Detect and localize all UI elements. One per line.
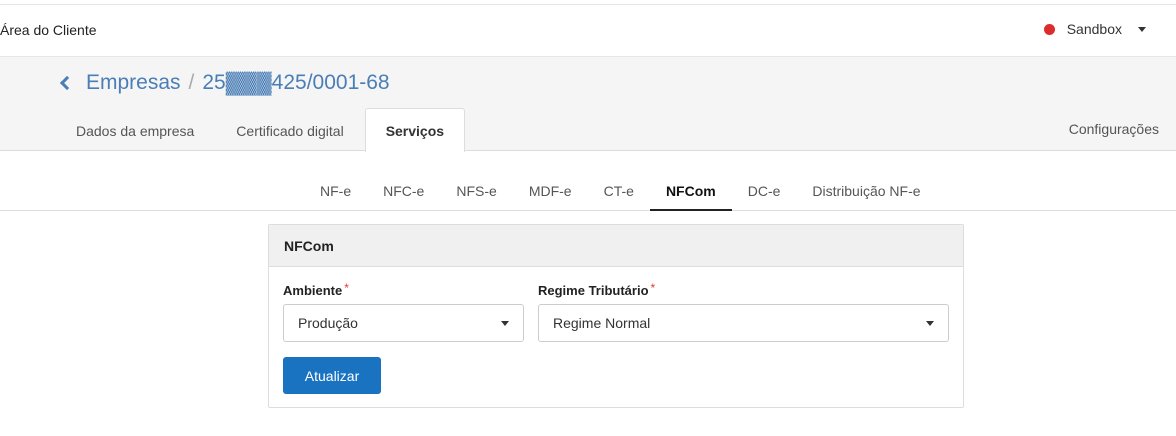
service-tab-mdfe[interactable]: MDF-e [513, 173, 588, 211]
tab-servicos[interactable]: Serviços [364, 108, 466, 152]
regime-tributario-label: Regime Tributário * [538, 281, 949, 298]
nfcom-panel: NFCom Ambiente * Produção Regime Tributár… [268, 224, 964, 408]
breadcrumb-separator: / [188, 71, 195, 94]
regime-tributario-value: Regime Normal [553, 315, 651, 331]
service-tab-nfce[interactable]: NFC-e [367, 173, 440, 211]
environment-label: Sandbox [1066, 21, 1122, 37]
service-tab-distribuicao-nfe[interactable]: Distribuição NF-e [796, 173, 936, 211]
service-tab-dce[interactable]: DC-e [732, 173, 797, 211]
regime-tributario-label-text: Regime Tributário [538, 283, 649, 298]
ambiente-value: Produção [298, 315, 358, 331]
settings-link[interactable]: Configurações [1069, 121, 1159, 137]
panel-title: NFCom [269, 225, 963, 267]
chevron-left-icon[interactable] [59, 75, 75, 91]
regime-tributario-select[interactable]: Regime Normal [538, 304, 949, 342]
app-title: Área do Cliente [0, 22, 97, 38]
service-tabs: NF-e NFC-e NFS-e MDF-e CT-e NFCom DC-e D… [0, 151, 1176, 211]
tab-dados-da-empresa[interactable]: Dados da empresa [55, 108, 215, 151]
ambiente-label: Ambiente * [283, 281, 524, 298]
environment-selector[interactable]: Sandbox [1043, 21, 1146, 37]
required-marker: * [650, 281, 656, 295]
top-bar: Área do Cliente Sandbox [0, 4, 1176, 57]
company-tabs: Dados da empresa Certificado digital Ser… [55, 108, 466, 152]
service-tab-nfe[interactable]: NF-e [304, 173, 367, 211]
service-tab-nfcom[interactable]: NFCom [649, 173, 732, 211]
company-cnpj: 25▓▓▓425/0001-68 [202, 71, 390, 94]
chevron-down-icon [501, 320, 509, 326]
required-marker: * [344, 281, 349, 295]
tab-certificado-digital[interactable]: Certificado digital [215, 108, 364, 151]
chevron-down-icon [1138, 26, 1146, 32]
ambiente-field: Ambiente * Produção [283, 281, 524, 342]
breadcrumb: Empresas / 25▓▓▓425/0001-68 [58, 71, 390, 95]
ambiente-select[interactable]: Produção [283, 304, 524, 342]
service-tab-nfse[interactable]: NFS-e [440, 173, 512, 211]
service-tab-cte[interactable]: CT-e [588, 173, 650, 211]
regime-tributario-field: Regime Tributário * Regime Normal [538, 281, 949, 342]
status-dot-icon [1043, 23, 1055, 35]
chevron-down-icon [926, 320, 934, 326]
breadcrumb-empresas-link[interactable]: Empresas [86, 71, 181, 95]
ambiente-label-text: Ambiente [283, 283, 343, 298]
company-header: Empresas / 25▓▓▓425/0001-68 Dados da emp… [0, 57, 1176, 152]
atualizar-button[interactable]: Atualizar [283, 357, 381, 394]
